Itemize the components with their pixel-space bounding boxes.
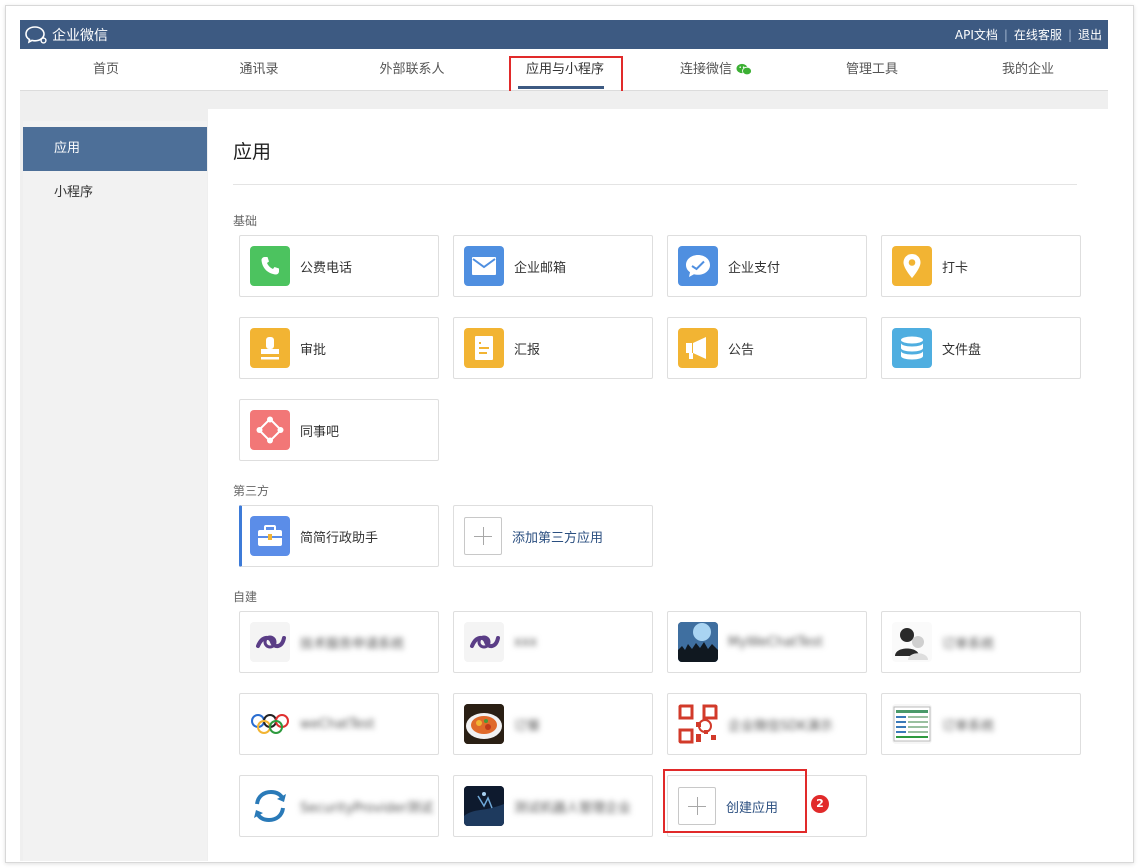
- food-photo-icon: [464, 704, 504, 744]
- custom-app-card[interactable]: xxx: [453, 611, 653, 673]
- app-name: 汇报: [514, 342, 541, 358]
- wework-logo[interactable]: 企业微信: [24, 24, 108, 46]
- section-label-third-party: 第三方: [233, 484, 270, 498]
- main-panel: 应用 基础 公费电话 企业邮箱 企业支付 打卡 审批 汇报 公告 文件盘 同事吧…: [208, 109, 1108, 861]
- nav-my-company[interactable]: 我的企业: [998, 49, 1058, 90]
- logo-text: 企业微信: [52, 28, 108, 44]
- app-name: 企业邮箱: [514, 260, 567, 276]
- app-card-announcement[interactable]: 公告: [667, 317, 867, 379]
- app-card-approval[interactable]: 审批: [239, 317, 439, 379]
- custom-app-card[interactable]: 订单系统: [881, 693, 1081, 755]
- app-name: 订单系统: [942, 718, 995, 734]
- sidebar-item-apps[interactable]: 应用: [23, 127, 207, 171]
- logout-link[interactable]: 退出: [1078, 26, 1102, 43]
- custom-app-card[interactable]: 订餐: [453, 693, 653, 755]
- api-docs-link[interactable]: API文档: [955, 26, 998, 43]
- app-name: MyWeChatTest: [728, 634, 823, 650]
- top-header-bar: 企业微信 API文档 | 在线客服 | 退出: [20, 20, 1108, 49]
- megaphone-icon: [678, 328, 718, 368]
- phone-icon: [250, 246, 290, 286]
- annotation-badge-2: 2: [811, 795, 829, 813]
- app-card-file-drive[interactable]: 文件盘: [881, 317, 1081, 379]
- share-nodes-icon: [250, 410, 290, 450]
- app-name: 订餐: [514, 718, 541, 734]
- sync-arrows-icon: [250, 786, 290, 826]
- custom-app-card[interactable]: 订单系统: [881, 611, 1081, 673]
- dark-photo-icon: [464, 786, 504, 826]
- mail-icon: [464, 246, 504, 286]
- concert-photo-icon: [678, 622, 718, 662]
- link-divider: |: [1003, 27, 1008, 42]
- sidebar-item-miniprograms[interactable]: 小程序: [23, 171, 207, 215]
- custom-app-card[interactable]: weChatTest: [239, 693, 439, 755]
- app-name: weChatTest: [300, 716, 375, 732]
- title-divider: [233, 184, 1077, 185]
- wechat-icon: [736, 63, 752, 76]
- app-name: 企业支付: [728, 260, 781, 276]
- custom-app-card[interactable]: 技术服务申请系统: [239, 611, 439, 673]
- add-third-party-app-button[interactable]: 添加第三方应用: [453, 505, 653, 567]
- spreadsheet-icon: [892, 704, 932, 744]
- link-divider: |: [1067, 27, 1072, 42]
- purple-swirl-icon: [250, 622, 290, 662]
- page-title: 应用: [233, 141, 272, 163]
- app-card-checkin[interactable]: 打卡: [881, 235, 1081, 297]
- app-card-admin-assistant[interactable]: 简简行政助手: [239, 505, 439, 567]
- nav-connect-wechat[interactable]: 连接微信: [680, 49, 770, 90]
- pay-icon: [678, 246, 718, 286]
- app-name: 测试机器人管理企业: [514, 800, 632, 816]
- qr-code-icon: [678, 704, 718, 744]
- custom-app-card[interactable]: SecurityProvider测试: [239, 775, 439, 837]
- nav-management-tools[interactable]: 管理工具: [842, 49, 902, 90]
- location-pin-icon: [892, 246, 932, 286]
- nav-contacts[interactable]: 通讯录: [231, 49, 287, 90]
- annotation-highlight-create: [663, 769, 807, 833]
- custom-app-card[interactable]: 测试机器人管理企业: [453, 775, 653, 837]
- app-name: xxx: [514, 634, 538, 650]
- custom-app-card[interactable]: 企业微信SDK演示: [667, 693, 867, 755]
- nav-external-contacts[interactable]: 外部联系人: [375, 49, 449, 90]
- section-label-custom: 自建: [233, 590, 258, 604]
- app-name: 订单系统: [942, 636, 995, 652]
- chat-bubbles-icon: [25, 26, 47, 44]
- app-card-report[interactable]: 汇报: [453, 317, 653, 379]
- app-name: 文件盘: [942, 342, 982, 358]
- app-card-colleague-circle[interactable]: 同事吧: [239, 399, 439, 461]
- report-icon: [464, 328, 504, 368]
- online-support-link[interactable]: 在线客服: [1014, 26, 1062, 43]
- olympic-rings-icon: [250, 704, 290, 744]
- user-avatar-icon: [892, 622, 932, 662]
- briefcase-icon: [250, 516, 290, 556]
- custom-app-card[interactable]: MyWeChatTest: [667, 611, 867, 673]
- stamp-icon: [250, 328, 290, 368]
- database-icon: [892, 328, 932, 368]
- nav-home[interactable]: 首页: [86, 49, 126, 90]
- plus-icon: [464, 517, 502, 555]
- app-name: 技术服务申请系统: [300, 636, 405, 652]
- app-name: 公告: [728, 342, 755, 358]
- app-name: 同事吧: [300, 424, 340, 440]
- app-card-pay[interactable]: 企业支付: [667, 235, 867, 297]
- add-third-party-label: 添加第三方应用: [512, 530, 604, 546]
- app-name: 公费电话: [300, 260, 353, 276]
- app-name: 审批: [300, 342, 327, 358]
- app-name: 企业微信SDK演示: [728, 718, 833, 734]
- app-name: 简简行政助手: [300, 530, 379, 546]
- purple-swirl-icon: [464, 622, 504, 662]
- app-name: SecurityProvider测试: [300, 800, 433, 816]
- section-label-basic: 基础: [233, 214, 258, 228]
- app-name: 打卡: [942, 260, 969, 276]
- nav-connect-wechat-label: 连接微信: [680, 62, 733, 77]
- app-card-mail[interactable]: 企业邮箱: [453, 235, 653, 297]
- app-card-phone[interactable]: 公费电话: [239, 235, 439, 297]
- header-links: API文档 | 在线客服 | 退出: [955, 26, 1102, 43]
- sidebar: 应用 小程序: [23, 121, 207, 861]
